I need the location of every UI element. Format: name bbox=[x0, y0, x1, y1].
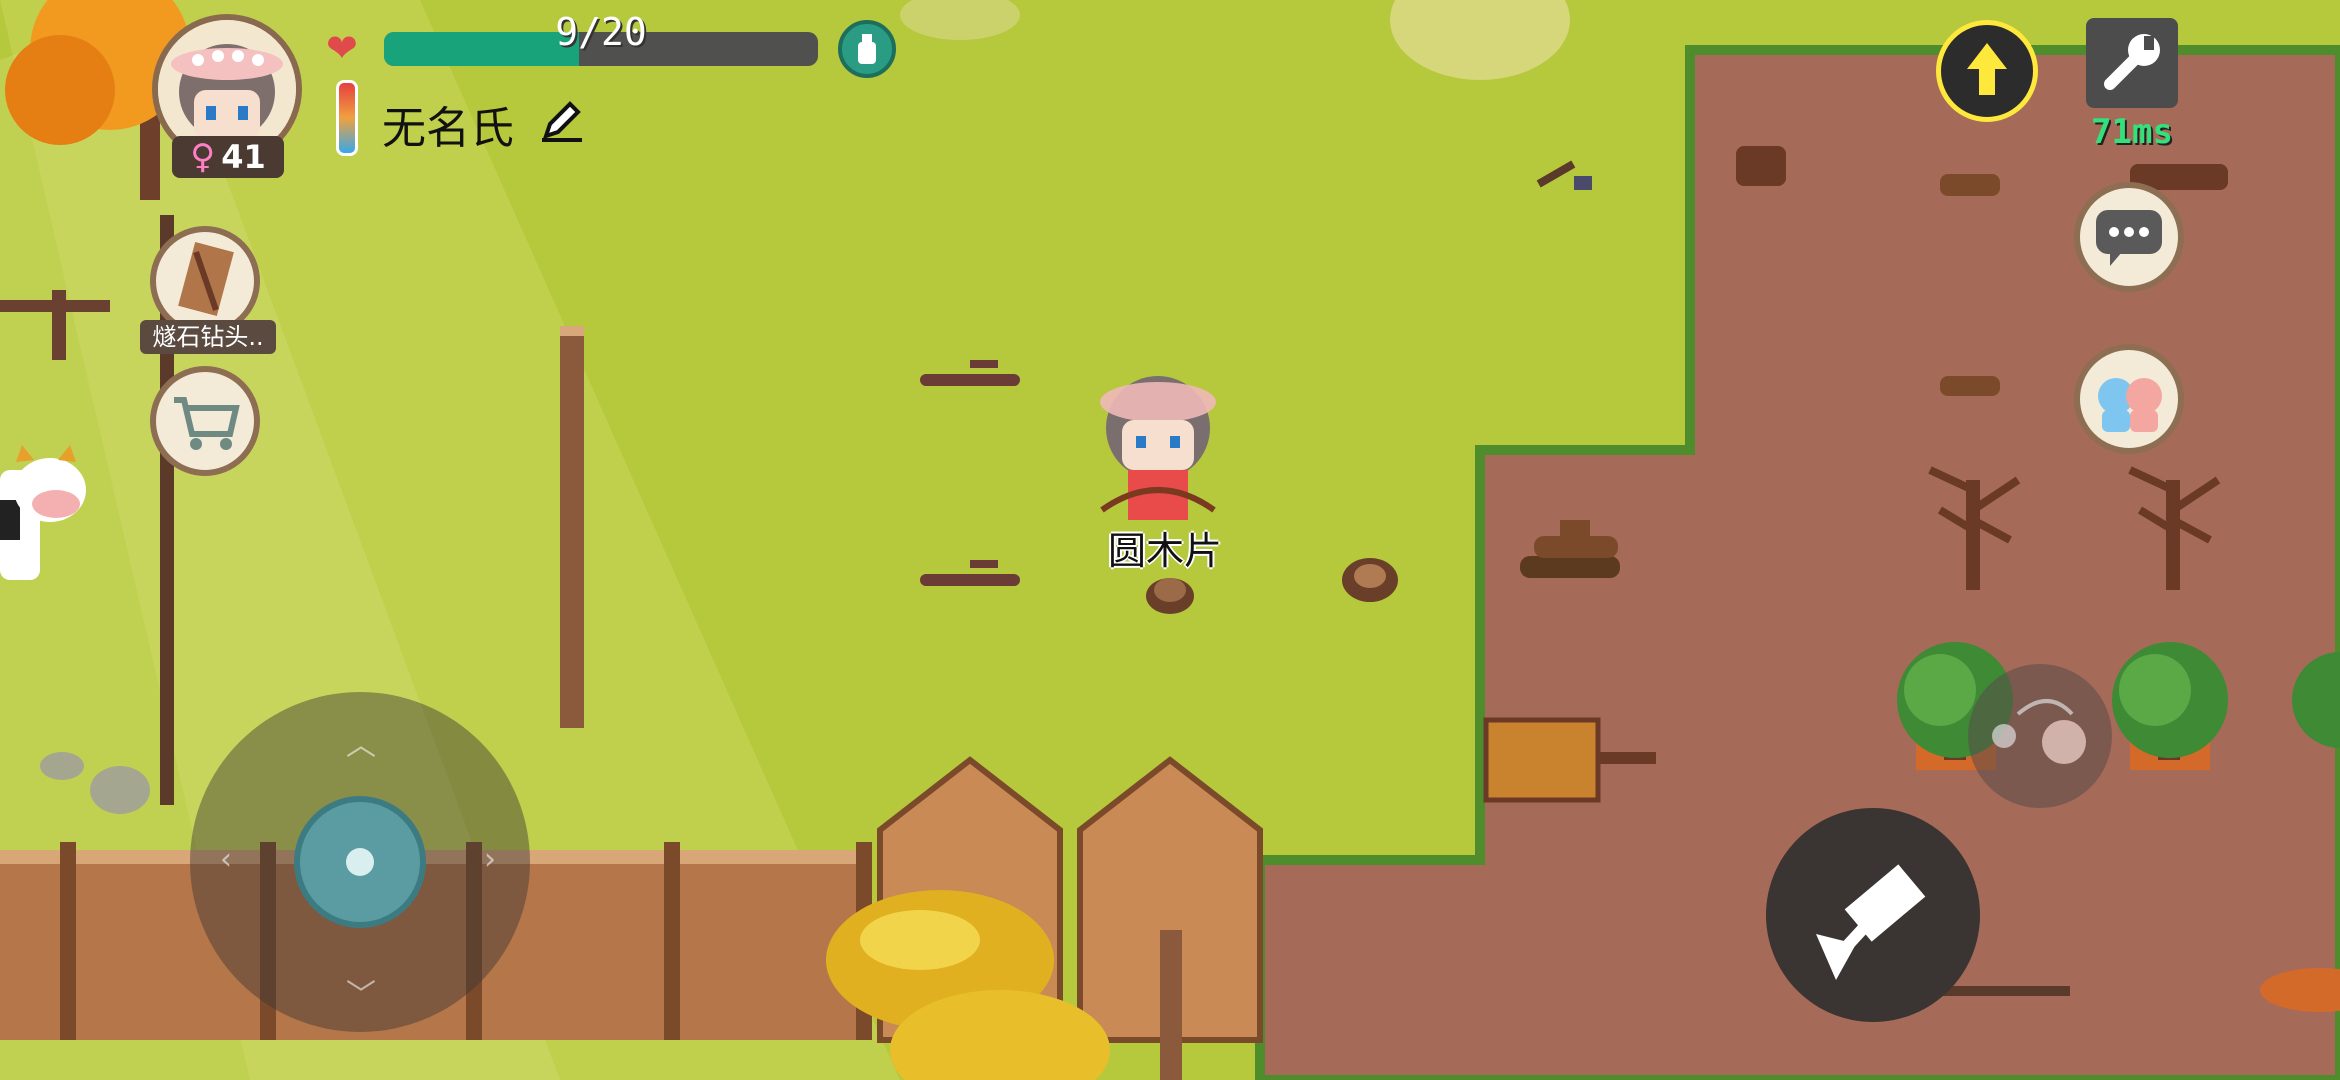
age-badge: ♀ 41 bbox=[172, 136, 284, 178]
chat-icon bbox=[2096, 210, 2162, 266]
throw-button[interactable] bbox=[1968, 664, 2112, 808]
throw-icon bbox=[1992, 699, 2086, 764]
joystick-left-chevron: ‹ bbox=[220, 842, 232, 877]
joystick-knob[interactable] bbox=[294, 796, 426, 928]
player-character[interactable] bbox=[1100, 376, 1216, 520]
chat-button[interactable] bbox=[2074, 182, 2184, 292]
edit-icon[interactable] bbox=[538, 96, 586, 144]
wooden-pole[interactable] bbox=[560, 326, 584, 728]
stone[interactable] bbox=[40, 752, 84, 780]
joystick-up-chevron: ︿ bbox=[346, 728, 376, 763]
up-arrow-button[interactable] bbox=[1936, 20, 2038, 122]
thermometer-icon bbox=[336, 80, 358, 156]
log[interactable] bbox=[1940, 376, 2000, 396]
held-item-label: 燧石钻头.. bbox=[140, 320, 276, 354]
bottle-icon[interactable] bbox=[838, 20, 896, 78]
settings-button[interactable] bbox=[2086, 18, 2178, 108]
ping-indicator: 71ms bbox=[2091, 112, 2173, 152]
player-name: 无名氏 bbox=[382, 103, 514, 154]
action-tool-icon bbox=[1816, 864, 1926, 980]
joystick-right-chevron: › bbox=[484, 842, 496, 877]
up-arrow-icon bbox=[1967, 43, 2007, 95]
stump[interactable] bbox=[1736, 146, 1786, 186]
flint-drill-icon bbox=[178, 241, 234, 317]
female-icon: ♀ bbox=[190, 137, 216, 177]
log[interactable] bbox=[1940, 174, 2000, 196]
shop-button[interactable] bbox=[150, 366, 260, 476]
stone[interactable] bbox=[90, 766, 150, 814]
emote-icon bbox=[2098, 378, 2162, 432]
shop-cart-icon bbox=[174, 397, 240, 450]
hp-text: 9/20 bbox=[555, 10, 647, 54]
action-button[interactable] bbox=[1766, 808, 1980, 1022]
wrench-icon bbox=[2104, 34, 2160, 90]
emote-button[interactable] bbox=[2074, 344, 2184, 454]
heart-icon: ❤ bbox=[326, 26, 358, 70]
joystick-down-chevron: ﹀ bbox=[346, 978, 376, 1013]
object-label: 圆木片 bbox=[1108, 529, 1223, 573]
age-value: 41 bbox=[221, 138, 266, 176]
